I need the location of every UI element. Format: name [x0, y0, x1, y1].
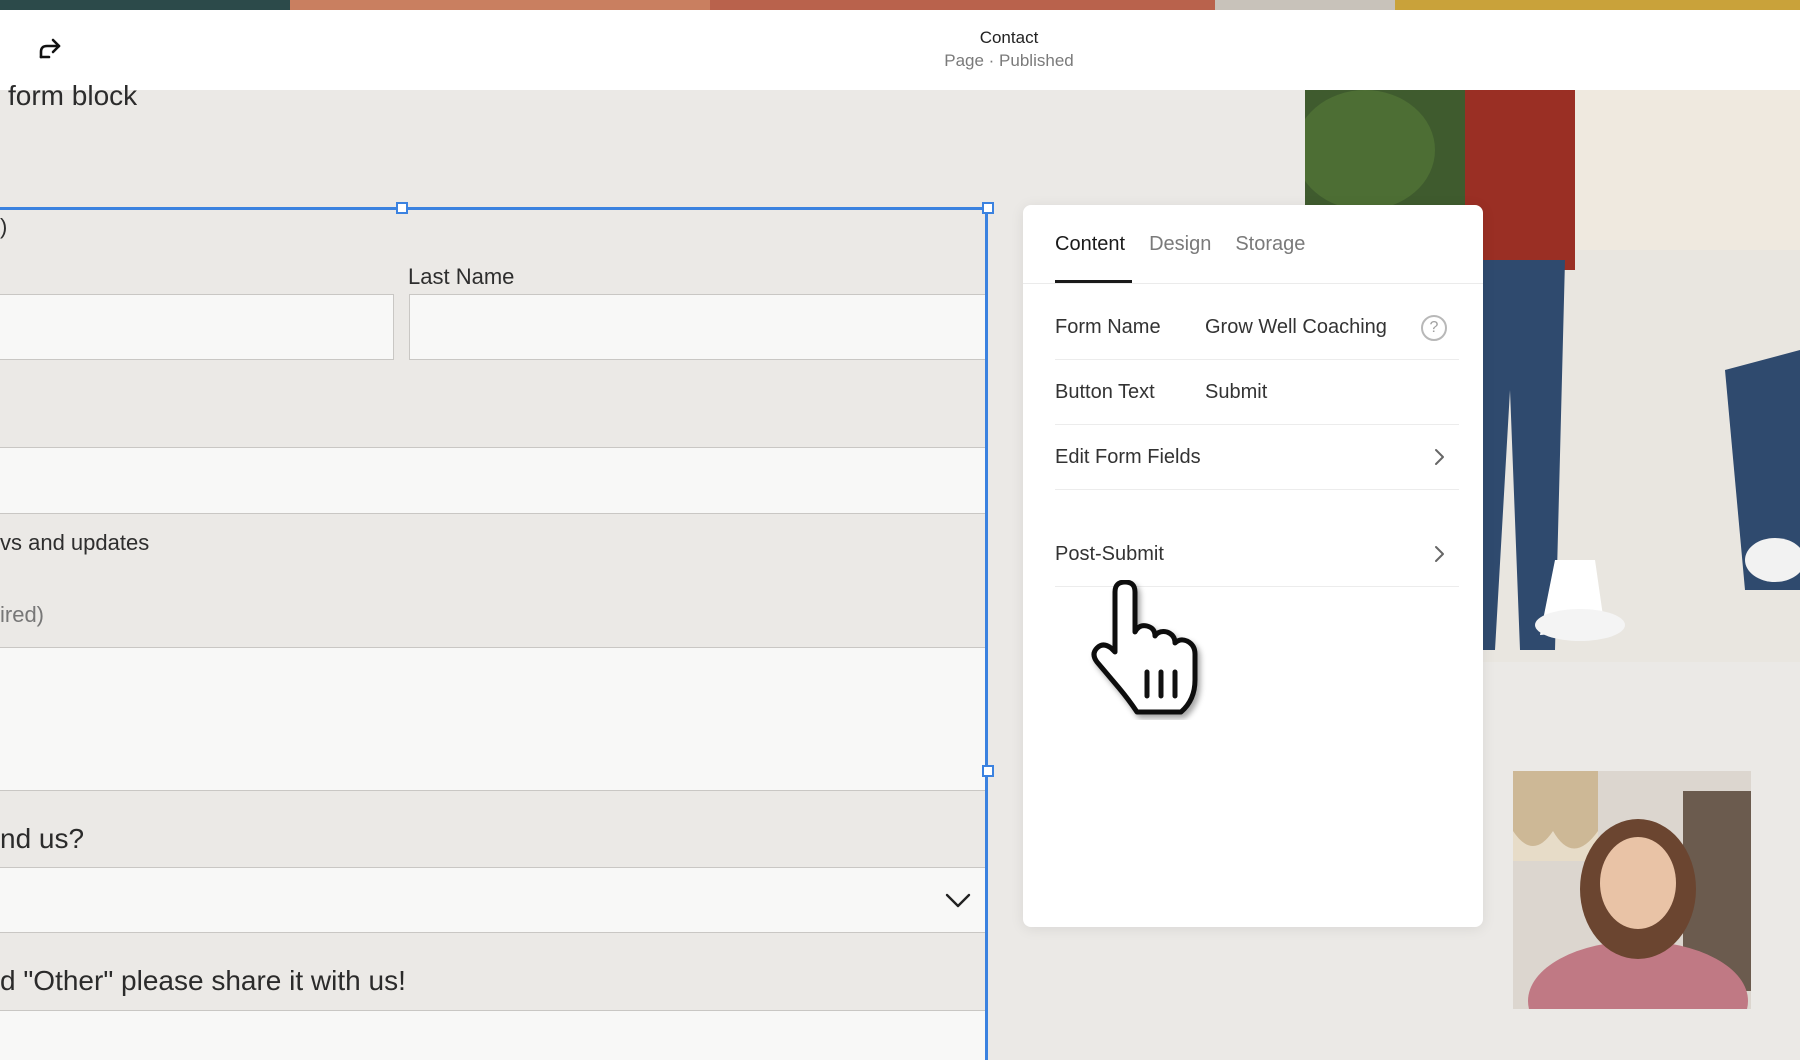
editor-header: Contact Page · Published: [0, 10, 1800, 90]
resize-handle-top-right[interactable]: [982, 202, 994, 214]
block-selection-outline: [0, 207, 988, 1060]
tab-content[interactable]: Content: [1055, 233, 1125, 256]
presenter-webcam: [1513, 771, 1751, 1009]
panel-tabs: Content Design Storage: [1055, 233, 1305, 256]
chevron-right-icon: [1435, 449, 1444, 465]
tab-storage[interactable]: Storage: [1235, 233, 1305, 256]
form-name-label: Form Name: [1055, 316, 1161, 338]
chevron-right-icon: [1435, 546, 1444, 562]
page-status: Page · Published: [944, 51, 1074, 70]
resize-handle-top[interactable]: [396, 202, 408, 214]
form-name-row[interactable]: Form Name Grow Well Coaching ?: [1055, 296, 1459, 360]
editor-screen: Contact Page · Published form block ) La…: [0, 0, 1800, 1060]
post-submit-row[interactable]: Post-Submit: [1055, 523, 1459, 587]
tabs-divider: [1023, 283, 1483, 284]
resize-handle-right[interactable]: [982, 765, 994, 777]
question-circle-icon[interactable]: ?: [1421, 315, 1447, 341]
button-text-label: Button Text: [1055, 381, 1155, 403]
presenter-video-frame: [1513, 771, 1751, 1009]
form-block-heading: form block: [8, 82, 138, 108]
form-settings-panel: Content Design Storage Form Name Grow We…: [1023, 205, 1483, 927]
post-submit-label: Post-Submit: [1055, 543, 1164, 565]
button-text-value[interactable]: Submit: [1205, 381, 1267, 404]
hand-pointer-icon: [1091, 580, 1198, 715]
edit-form-fields-row[interactable]: Edit Form Fields: [1055, 426, 1459, 490]
form-name-value[interactable]: Grow Well Coaching: [1205, 316, 1387, 339]
top-color-stripe: [0, 0, 1800, 10]
edit-form-fields-label: Edit Form Fields: [1055, 446, 1201, 468]
tab-design[interactable]: Design: [1149, 233, 1211, 256]
page-title: Contact: [979, 28, 1039, 47]
button-text-row[interactable]: Button Text Submit: [1055, 361, 1459, 425]
